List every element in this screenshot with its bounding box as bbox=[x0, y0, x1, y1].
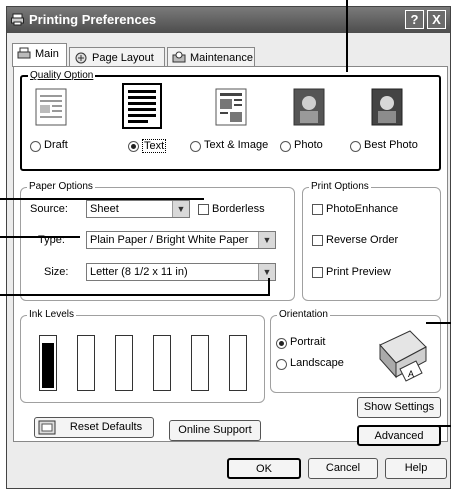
ink-cartridge bbox=[191, 335, 209, 391]
callout-line bbox=[0, 198, 204, 200]
svg-text:A: A bbox=[408, 369, 414, 379]
best-photo-radio[interactable] bbox=[350, 141, 361, 152]
photo-radio[interactable] bbox=[280, 141, 291, 152]
photoenhance-checkbox[interactable] bbox=[312, 204, 323, 215]
chevron-down-icon[interactable]: ▼ bbox=[172, 201, 189, 217]
photo-label: Photo bbox=[294, 139, 323, 151]
size-label: Size: bbox=[44, 266, 69, 278]
printer-orientation-icon: A bbox=[379, 330, 427, 382]
ink-cartridge bbox=[77, 335, 95, 391]
best-photo-label: Best Photo bbox=[364, 139, 418, 151]
callout-line bbox=[436, 425, 451, 427]
reset-defaults-icon bbox=[38, 420, 56, 435]
tab-label: Maintenance bbox=[190, 52, 253, 64]
printer-icon bbox=[11, 13, 24, 26]
online-support-button[interactable]: Online Support bbox=[169, 420, 261, 441]
source-label: Source: bbox=[30, 203, 68, 215]
help-title-button[interactable]: ? bbox=[405, 10, 424, 29]
printing-preferences-dialog: Printing Preferences ? X Main Page Layou… bbox=[6, 6, 451, 489]
text-and-image-label: Text & Image bbox=[204, 139, 269, 151]
draft-icon bbox=[35, 88, 67, 126]
maintenance-icon bbox=[172, 51, 186, 63]
callout-line bbox=[0, 294, 270, 296]
close-title-button[interactable]: X bbox=[427, 10, 446, 29]
paper-size-dropdown[interactable]: Letter (8 1/2 x 11 in) ▼ bbox=[86, 263, 276, 281]
chevron-down-icon[interactable]: ▼ bbox=[258, 264, 275, 280]
text-label: Text bbox=[142, 139, 167, 153]
show-settings-button[interactable]: Show Settings bbox=[357, 397, 441, 418]
tab-main[interactable]: Main bbox=[12, 43, 67, 67]
page-layout-icon bbox=[75, 52, 87, 64]
tab-label: Page Layout bbox=[92, 52, 154, 64]
source-dropdown[interactable]: Sheet ▼ bbox=[86, 200, 190, 218]
ink-cartridge bbox=[229, 335, 247, 391]
callout-line bbox=[0, 236, 80, 238]
quality-option-legend: Quality Option bbox=[28, 70, 96, 81]
callout-line bbox=[346, 0, 348, 72]
ink-cartridge bbox=[115, 335, 133, 391]
window-title: Printing Preferences bbox=[29, 12, 157, 27]
best-photo-icon bbox=[371, 88, 403, 126]
photoenhance-label: PhotoEnhance bbox=[326, 203, 399, 215]
ok-button[interactable]: OK bbox=[227, 458, 301, 479]
paper-options-legend: Paper Options bbox=[27, 181, 95, 192]
text-radio[interactable] bbox=[128, 141, 139, 152]
reset-defaults-label: Reset Defaults bbox=[69, 421, 143, 433]
landscape-radio[interactable] bbox=[276, 359, 287, 370]
print-options-legend: Print Options bbox=[309, 181, 371, 192]
printer-icon bbox=[17, 47, 31, 59]
reset-defaults-button[interactable]: Reset Defaults bbox=[34, 417, 154, 438]
print-preview-checkbox[interactable] bbox=[312, 267, 323, 278]
paper-type-dropdown[interactable]: Plain Paper / Bright White Paper ▼ bbox=[86, 231, 276, 249]
paper-type-value: Plain Paper / Bright White Paper bbox=[90, 234, 249, 246]
reverse-order-checkbox[interactable] bbox=[312, 235, 323, 246]
portrait-label: Portrait bbox=[290, 336, 326, 348]
text-and-image-radio[interactable] bbox=[190, 141, 201, 152]
callout-line bbox=[426, 322, 451, 324]
main-tab-panel: Quality Option Draft Text Text & Image P… bbox=[13, 66, 448, 446]
portrait-radio[interactable] bbox=[276, 338, 287, 349]
photo-icon bbox=[293, 88, 325, 126]
print-preview-label: Print Preview bbox=[326, 266, 391, 278]
orientation-legend: Orientation bbox=[277, 309, 330, 320]
landscape-label: Landscape bbox=[290, 357, 344, 369]
ink-cartridge bbox=[39, 335, 57, 391]
ink-levels-legend: Ink Levels bbox=[27, 309, 77, 320]
help-button[interactable]: Help bbox=[385, 458, 447, 479]
text-icon bbox=[122, 83, 162, 129]
draft-label: Draft bbox=[44, 139, 68, 151]
draft-radio[interactable] bbox=[30, 141, 41, 152]
ink-level-fill bbox=[42, 343, 54, 388]
tab-label: Main bbox=[35, 48, 59, 60]
source-value: Sheet bbox=[90, 203, 119, 215]
advanced-button[interactable]: Advanced bbox=[357, 425, 441, 446]
cancel-button[interactable]: Cancel bbox=[308, 458, 378, 479]
title-bar[interactable]: Printing Preferences ? X bbox=[7, 7, 450, 33]
chevron-down-icon[interactable]: ▼ bbox=[258, 232, 275, 248]
ink-cartridge bbox=[153, 335, 171, 391]
borderless-label: Borderless bbox=[212, 203, 265, 215]
text-and-image-icon bbox=[215, 88, 247, 126]
paper-size-value: Letter (8 1/2 x 11 in) bbox=[90, 266, 188, 278]
callout-line bbox=[268, 278, 270, 296]
reverse-order-label: Reverse Order bbox=[326, 234, 399, 246]
borderless-checkbox[interactable] bbox=[198, 204, 209, 215]
